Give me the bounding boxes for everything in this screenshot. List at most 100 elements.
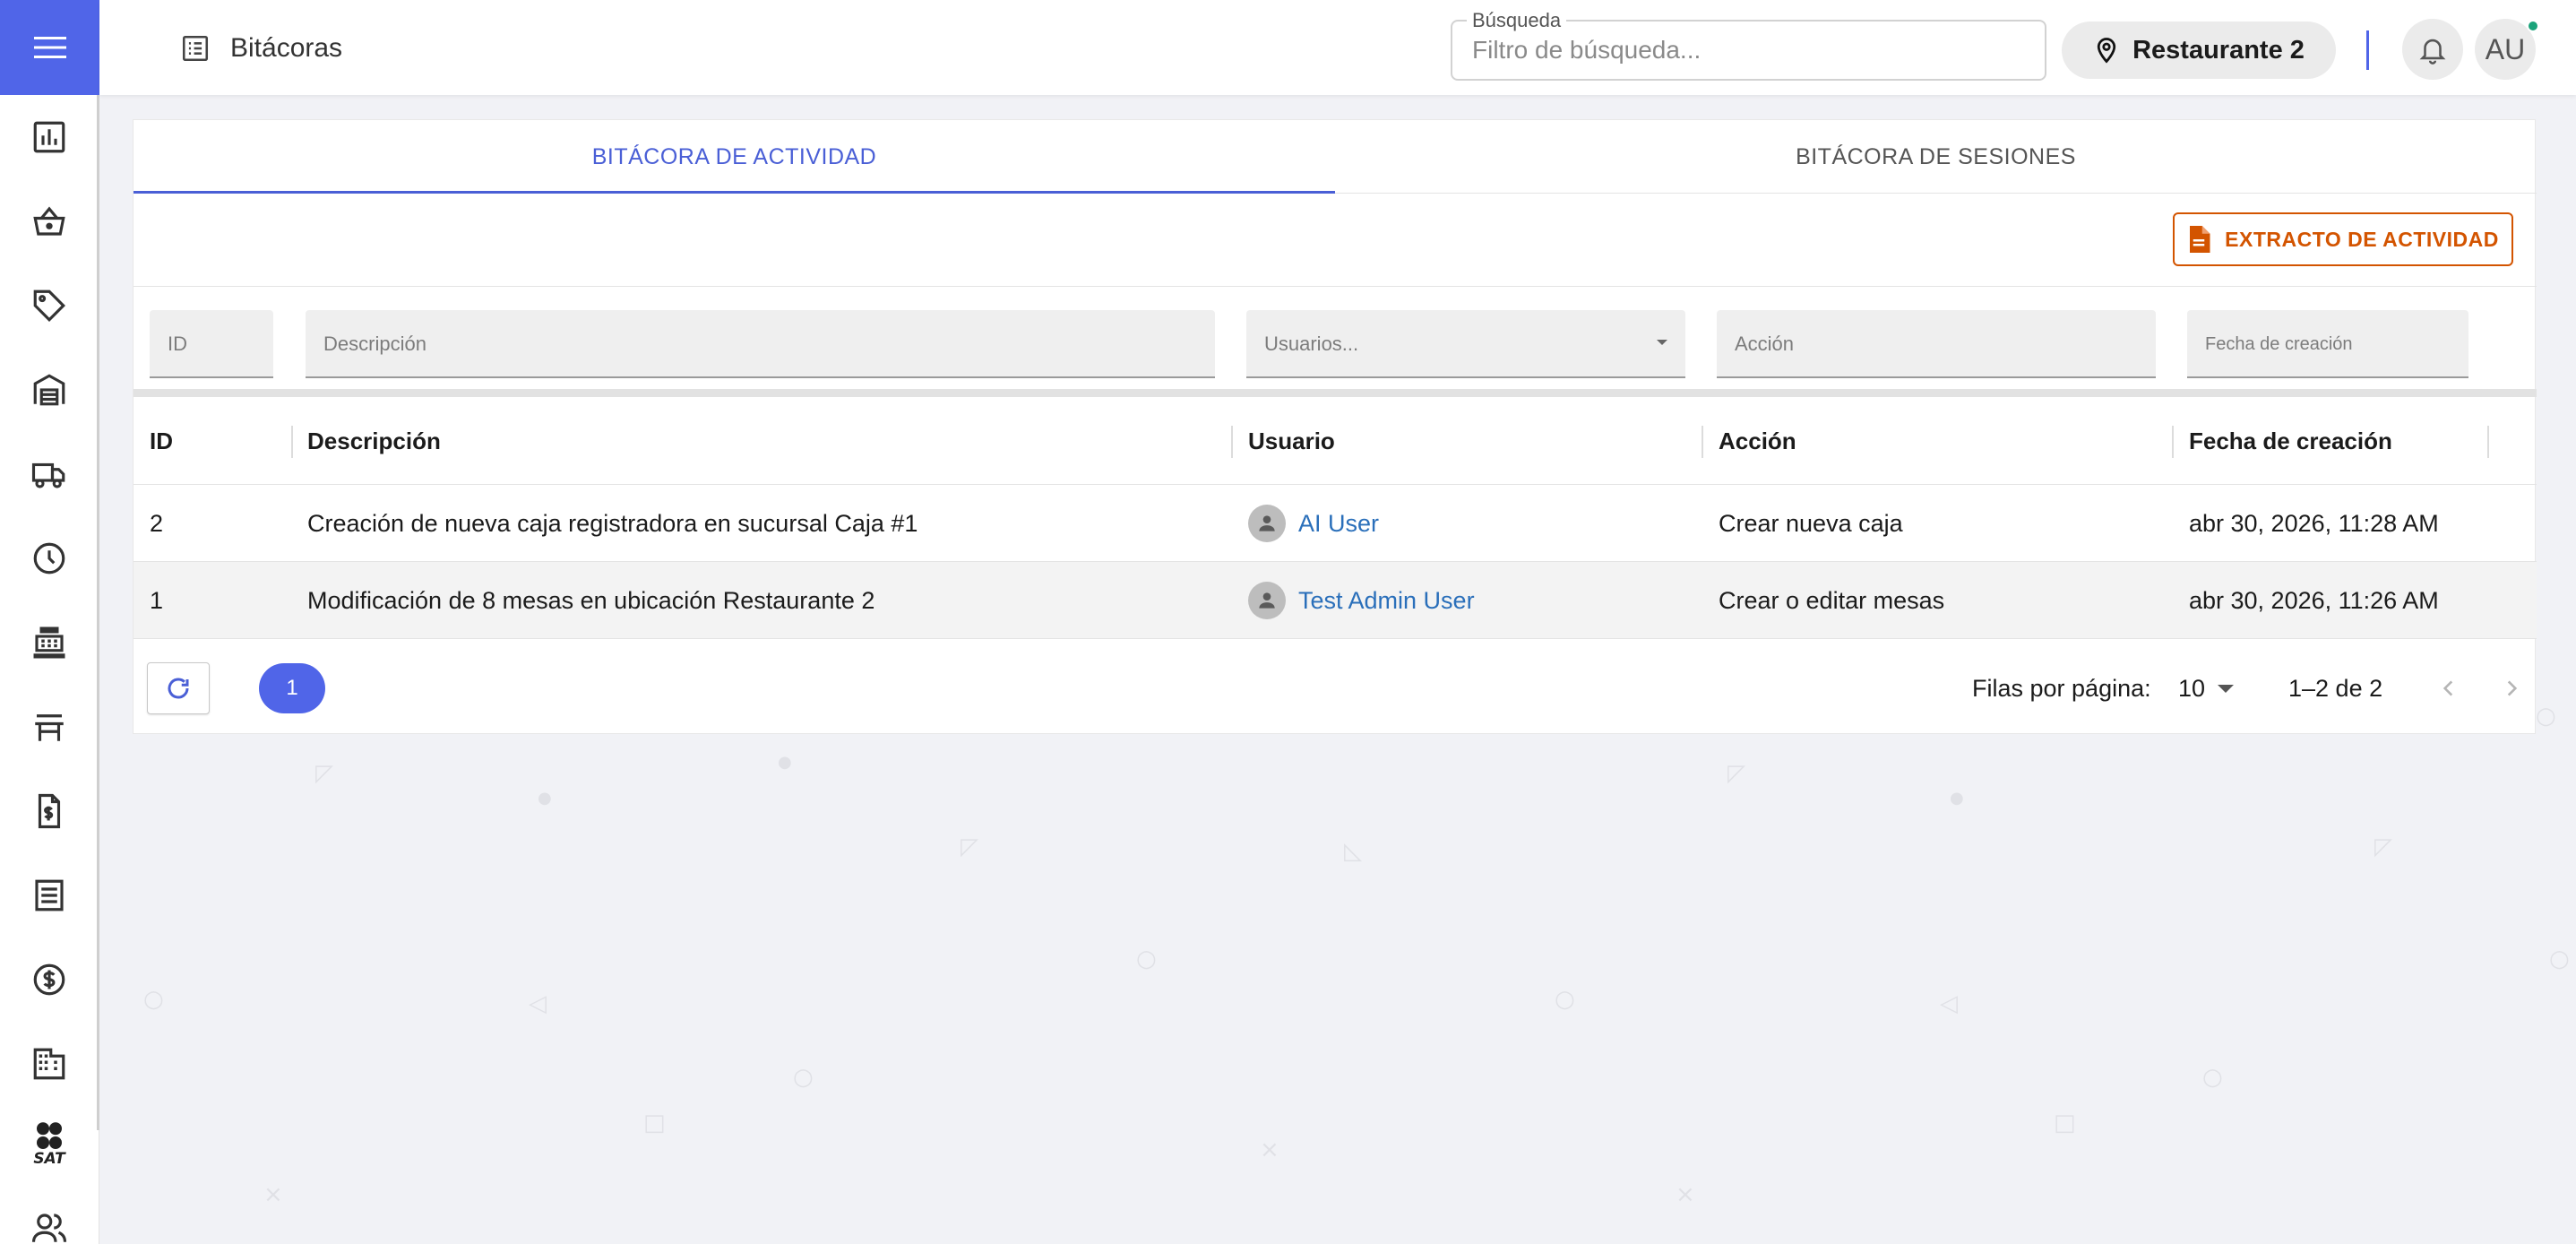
bg-decoration: ○ <box>2549 946 2570 972</box>
menu-button[interactable] <box>0 0 99 95</box>
sidebar-item-tables[interactable] <box>27 704 72 749</box>
cell-action: Crear o editar mesas <box>1719 586 1945 614</box>
column-separator <box>1231 426 1233 458</box>
warehouse-icon <box>33 374 65 406</box>
bg-decoration: □ <box>2054 1110 2076 1136</box>
filter-description-input[interactable] <box>323 326 1197 362</box>
table-row[interactable]: 2 Creación de nueva caja registradora en… <box>134 485 2537 562</box>
filter-action-field[interactable] <box>1717 310 2156 378</box>
sidebar-item-finance[interactable] <box>27 957 72 1002</box>
sidebar-item-logs[interactable] <box>27 873 72 918</box>
refresh-button[interactable] <box>147 662 210 714</box>
user-link[interactable]: AI User <box>1298 510 1379 538</box>
bg-decoration: ○ <box>1136 946 1157 972</box>
filter-date-field[interactable] <box>2187 310 2468 378</box>
bg-decoration: × <box>1676 1181 1695 1208</box>
next-page-button[interactable] <box>2492 669 2531 708</box>
search-field[interactable]: Búsqueda <box>1451 9 2046 81</box>
filter-separator <box>134 389 2537 397</box>
sidebar-item-suppliers[interactable] <box>27 452 72 497</box>
filter-id-input[interactable] <box>168 326 255 362</box>
cell-id: 2 <box>150 509 164 537</box>
sidebar-item-warehouse[interactable] <box>27 367 72 412</box>
search-label: Búsqueda <box>1467 9 1567 32</box>
tab-bar: BITÁCORA DE ACTIVIDAD BITÁCORA DE SESION… <box>134 120 2537 194</box>
previous-page-button[interactable] <box>2429 669 2468 708</box>
person-icon <box>1259 515 1275 531</box>
sidebar-scrollbar[interactable] <box>97 95 99 1130</box>
tab-session-log[interactable]: BITÁCORA DE SESIONES <box>1335 120 2537 194</box>
activity-extract-button[interactable]: EXTRACTO DE ACTIVIDAD <box>2173 212 2513 266</box>
sidebar-item-history[interactable] <box>27 536 72 581</box>
rows-per-page-label: Filas por página: <box>1972 674 2151 702</box>
bg-decoration: ◸ <box>961 834 978 860</box>
sidebar-item-sat-label: SAT <box>33 1150 65 1168</box>
bell-icon <box>2419 39 2446 65</box>
filter-users-select[interactable] <box>1246 310 1685 378</box>
truck-icon <box>31 462 65 488</box>
cell-user: AI User <box>1248 485 1379 562</box>
tab-activity-log[interactable]: BITÁCORA DE ACTIVIDAD <box>134 120 1335 194</box>
users-icon <box>31 1214 67 1242</box>
bg-decoration: × <box>1260 1136 1279 1163</box>
filter-action-input[interactable] <box>1735 326 2138 362</box>
sidebar-item-reports[interactable] <box>27 115 72 160</box>
invoice-icon <box>38 793 61 829</box>
sidebar-item-sales[interactable] <box>27 199 72 244</box>
location-selector[interactable]: Restaurante 2 <box>2062 22 2336 79</box>
sidebar-item-products[interactable] <box>27 283 72 328</box>
sidebar-item-users[interactable] <box>27 1205 72 1244</box>
activity-extract-label: EXTRACTO DE ACTIVIDAD <box>2225 227 2499 251</box>
caret-down-icon <box>1657 340 1667 345</box>
pagination-range: 1–2 de 2 <box>2288 674 2383 702</box>
column-header-id[interactable]: ID <box>150 397 173 485</box>
page-heading: Bitácoras <box>180 25 342 72</box>
table-row[interactable]: 1 Modificación de 8 mesas en ubicación R… <box>134 562 2537 639</box>
table-header: ID Descripción Usuario Acción Fecha de c… <box>134 397 2537 485</box>
bg-decoration: □ <box>643 1110 666 1136</box>
sidebar-item-invoices[interactable] <box>27 789 72 834</box>
user-link[interactable]: Test Admin User <box>1298 587 1475 615</box>
search-input[interactable] <box>1472 32 2010 68</box>
bg-decoration: ○ <box>143 986 164 1013</box>
chevron-left-icon <box>2442 680 2453 696</box>
tag-icon <box>33 289 65 322</box>
cell-created: abr 30, 2026, 11:26 AM <box>2189 586 2439 614</box>
refresh-icon <box>168 678 189 699</box>
bg-decoration: ● <box>1950 789 1964 808</box>
basket-icon <box>33 206 65 236</box>
page-button-current[interactable]: 1 <box>259 663 325 713</box>
toolbar: EXTRACTO DE ACTIVIDAD <box>134 194 2537 287</box>
user-avatar <box>1248 582 1286 619</box>
filter-date-input[interactable] <box>2205 326 2451 362</box>
cell-description: Modificación de 8 mesas en ubicación Res… <box>307 586 875 614</box>
bg-decoration: ◺ <box>1344 838 1362 865</box>
bg-decoration: ◸ <box>1727 760 1745 787</box>
avatar-initials: AU <box>2485 32 2526 65</box>
filter-description-field[interactable] <box>306 310 1215 378</box>
column-separator <box>291 426 293 458</box>
cash-register-icon <box>33 626 65 659</box>
filter-id-field[interactable] <box>150 310 273 378</box>
notifications-button[interactable] <box>2402 19 2463 80</box>
column-header-created[interactable]: Fecha de creación <box>2189 397 2392 485</box>
receipt-icon <box>35 879 64 911</box>
chevron-right-icon <box>2507 680 2518 696</box>
document-icon <box>2190 226 2210 253</box>
sidebar-item-branches[interactable] <box>27 1041 72 1086</box>
hamburger-icon <box>33 37 66 58</box>
sidebar-item-sat[interactable] <box>27 1119 72 1154</box>
column-header-user[interactable]: Usuario <box>1248 397 1335 485</box>
filter-users-input[interactable] <box>1264 326 1667 362</box>
bg-decoration: ◁ <box>1940 990 1958 1017</box>
column-header-action[interactable]: Acción <box>1719 397 1796 485</box>
bg-decoration: ○ <box>2536 703 2556 730</box>
column-header-description[interactable]: Descripción <box>307 397 441 485</box>
header-divider <box>2366 30 2369 70</box>
column-separator <box>1702 426 1703 458</box>
cell-user: Test Admin User <box>1248 562 1475 639</box>
rows-per-page-select[interactable]: 10 <box>2178 663 2236 713</box>
sidebar-item-cash-registers[interactable] <box>27 620 72 665</box>
bg-decoration: ○ <box>793 1064 814 1091</box>
bg-decoration: ◸ <box>2374 834 2392 860</box>
